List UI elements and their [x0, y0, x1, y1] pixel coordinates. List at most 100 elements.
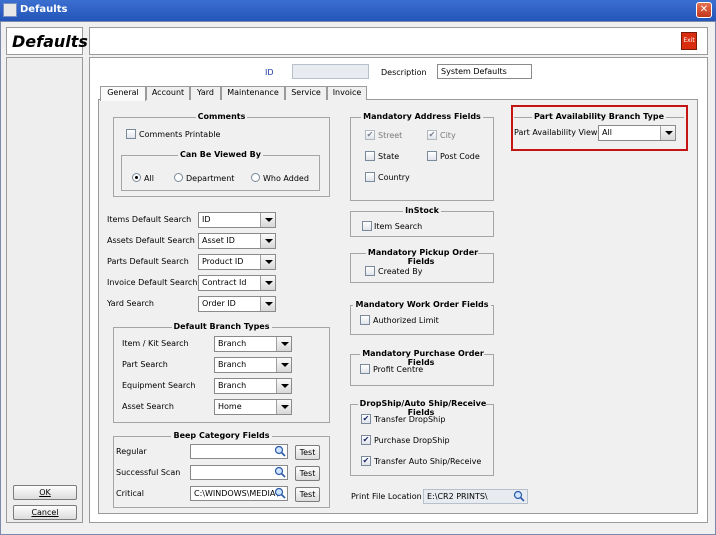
exit-button[interactable]: Exit — [681, 32, 697, 50]
profit-centre-checkbox[interactable] — [360, 364, 370, 374]
comments-printable-label: Comments Printable — [139, 130, 221, 139]
items-default-search-label: Items Default Search — [107, 215, 192, 224]
id-field[interactable] — [292, 64, 369, 79]
tab-account[interactable]: Account — [146, 86, 190, 100]
description-label: Description — [381, 68, 427, 77]
cancel-button[interactable]: Cancel — [13, 505, 77, 520]
viewed-by-group: Can Be Viewed By — [121, 150, 320, 191]
chevron-down-icon — [276, 358, 291, 372]
transfer-auto-label: Transfer Auto Ship/Receive — [374, 457, 482, 466]
purchase-dropship-label: Purchase DropShip — [374, 436, 450, 445]
address-title: Mandatory Address Fields — [361, 112, 483, 121]
beep-regular-label: Regular — [116, 447, 147, 456]
part-availability-title: Part Availability Branch Type — [531, 112, 666, 121]
equipment-search-label: Equipment Search — [122, 381, 196, 390]
authorized-limit-label: Authorized Limit — [373, 316, 439, 325]
state-label: State — [378, 152, 400, 161]
branch-types-title: Default Branch Types — [171, 322, 272, 331]
beep-successful-label: Successful Scan — [116, 468, 181, 477]
viewed-by-title: Can Be Viewed By — [178, 150, 263, 159]
yard-search-select[interactable]: Order ID — [198, 296, 276, 312]
created-by-label: Created By — [378, 267, 423, 276]
beep-regular-test-button[interactable]: Test — [295, 445, 320, 460]
parts-default-search-value: Product ID — [202, 257, 244, 266]
parts-default-search-select[interactable]: Product ID — [198, 254, 276, 270]
search-icon[interactable] — [513, 490, 525, 502]
search-icon[interactable] — [274, 445, 286, 457]
chevron-down-icon — [260, 234, 275, 248]
window-title: Defaults — [20, 4, 68, 15]
assets-default-search-select[interactable]: Asset ID — [198, 233, 276, 249]
work-order-title: Mandatory Work Order Fields — [353, 300, 491, 309]
item-kit-search-label: Item / Kit Search — [122, 339, 189, 348]
ok-button[interactable]: OK — [13, 485, 77, 500]
part-search-select[interactable]: Branch — [214, 357, 292, 373]
invoice-default-search-select[interactable]: Contract Id — [198, 275, 276, 291]
state-checkbox[interactable] — [365, 151, 375, 161]
radio-who-added-label: Who Added — [263, 174, 309, 183]
equipment-search-select[interactable]: Branch — [214, 378, 292, 394]
authorized-limit-checkbox[interactable] — [360, 315, 370, 325]
radio-department-label: Department — [186, 174, 235, 183]
created-by-checkbox[interactable] — [365, 266, 375, 276]
id-label: ID — [265, 68, 274, 77]
comments-printable-checkbox[interactable] — [126, 129, 136, 139]
item-search-label: Item Search — [374, 222, 423, 231]
invoice-default-search-value: Contract Id — [202, 278, 247, 287]
left-panel — [6, 57, 83, 523]
purchase-dropship-checkbox[interactable]: ✔ — [361, 435, 371, 445]
tab-service[interactable]: Service — [285, 86, 327, 100]
asset-search-label: Asset Search — [122, 402, 174, 411]
country-label: Country — [378, 173, 410, 182]
chevron-down-icon — [660, 126, 675, 140]
transfer-auto-checkbox[interactable]: ✔ — [361, 456, 371, 466]
description-field[interactable]: System Defaults — [437, 64, 532, 79]
assets-default-search-value: Asset ID — [202, 236, 235, 245]
tab-yard[interactable]: Yard — [190, 86, 221, 100]
heading-box: Defaults — [6, 27, 88, 55]
chevron-down-icon — [276, 337, 291, 351]
postcode-checkbox[interactable] — [427, 151, 437, 161]
chevron-down-icon — [260, 276, 275, 290]
part-availability-view-select[interactable]: All — [598, 125, 676, 141]
asset-search-select[interactable]: Home — [214, 399, 292, 415]
assets-default-search-label: Assets Default Search — [107, 236, 195, 245]
instock-title: InStock — [403, 206, 441, 215]
city-label: City — [440, 131, 456, 140]
app-icon — [3, 3, 17, 17]
beep-successful-test-button[interactable]: Test — [295, 466, 320, 481]
part-search-label: Part Search — [122, 360, 168, 369]
search-icon[interactable] — [274, 466, 286, 478]
close-icon[interactable]: ✕ — [696, 2, 712, 18]
radio-department[interactable] — [174, 173, 183, 182]
street-label: Street — [378, 131, 403, 140]
country-checkbox[interactable] — [365, 172, 375, 182]
chevron-down-icon — [260, 255, 275, 269]
transfer-dropship-label: Transfer DropShip — [374, 415, 446, 424]
tab-invoice[interactable]: Invoice — [327, 86, 367, 100]
item-kit-search-select[interactable]: Branch — [214, 336, 292, 352]
pickup-title: Mandatory Pickup Order Fields — [365, 248, 479, 266]
postcode-label: Post Code — [440, 152, 480, 161]
chevron-down-icon — [260, 213, 275, 227]
street-checkbox[interactable]: ✔ — [365, 130, 375, 140]
window-titlebar: Defaults ✕ — [0, 0, 716, 21]
radio-who-added[interactable] — [251, 173, 260, 182]
tab-general[interactable]: General — [100, 86, 146, 101]
beep-critical-test-button[interactable]: Test — [295, 487, 320, 502]
part-availability-view-value: All — [602, 128, 612, 137]
parts-default-search-label: Parts Default Search — [107, 257, 189, 266]
city-checkbox[interactable]: ✔ — [427, 130, 437, 140]
part-availability-view-label: Part Availability View — [514, 128, 598, 137]
items-default-search-select[interactable]: ID — [198, 212, 276, 228]
cancel-button-label: Cancel — [31, 508, 59, 517]
radio-all[interactable] — [132, 173, 141, 182]
search-icon[interactable] — [274, 487, 286, 499]
item-search-checkbox[interactable] — [362, 221, 372, 231]
items-default-search-value: ID — [202, 215, 211, 224]
tab-maintenance[interactable]: Maintenance — [221, 86, 285, 100]
toolbar: Exit — [89, 27, 708, 55]
transfer-dropship-checkbox[interactable]: ✔ — [361, 414, 371, 424]
equipment-search-value: Branch — [218, 381, 247, 390]
part-search-value: Branch — [218, 360, 247, 369]
